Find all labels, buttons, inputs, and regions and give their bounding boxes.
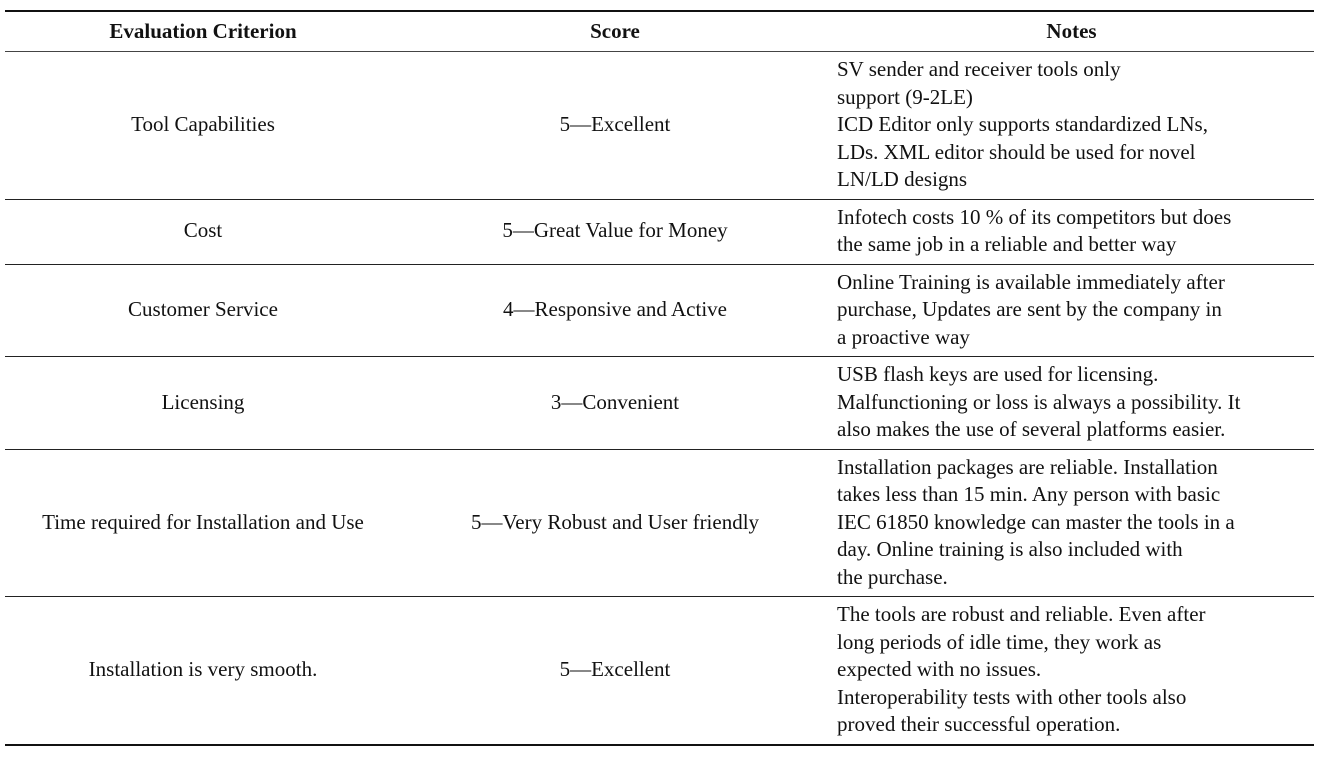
- table-row: Time required for Installation and Use 5…: [5, 449, 1314, 597]
- notes-cell: Online Training is available immediately…: [829, 264, 1314, 357]
- table-row: Licensing 3—Convenient USB flash keys ar…: [5, 357, 1314, 450]
- note-line: Malfunctioning or loss is always a possi…: [837, 389, 1241, 414]
- notes-cell: Installation packages are reliable. Inst…: [829, 449, 1314, 597]
- notes-cell: Infotech costs 10 % of its competitors b…: [829, 199, 1314, 264]
- evaluation-table-container: Evaluation Criterion Score Notes Tool Ca…: [5, 10, 1314, 746]
- note-line: the purchase.: [837, 564, 948, 589]
- criterion-cell: Customer Service: [128, 297, 278, 321]
- note-line: long periods of idle time, they work as: [837, 629, 1162, 654]
- note-line: the same job in a reliable and better wa…: [837, 232, 1177, 256]
- notes-cell: SV sender and receiver tools only suppor…: [829, 52, 1314, 200]
- header-score: Score: [590, 18, 640, 43]
- note-line: takes less than 15 min. Any person with …: [837, 482, 1221, 506]
- header-notes: Notes: [1046, 18, 1097, 43]
- score-cell: 3—Convenient: [550, 389, 680, 414]
- score-cell: 5—Great Value for Money: [502, 218, 728, 243]
- note-line: day. Online training is also included wi…: [837, 537, 1183, 561]
- note-line: support (9-2LE): [837, 84, 973, 109]
- note-line: IEC 61850 knowledge can master the tools…: [837, 509, 1235, 534]
- note-line: USB flash keys are used for licensing.: [837, 362, 1159, 386]
- note-line: ICD Editor only supports standardized LN…: [837, 112, 1208, 136]
- header-criterion: Evaluation Criterion: [109, 18, 297, 43]
- criterion-cell: Installation is very smooth.: [88, 657, 318, 681]
- score-cell: 5—Excellent: [559, 657, 671, 681]
- criterion-cell: Time required for Installation and Use: [42, 509, 364, 534]
- table-row: Customer Service 4—Responsive and Active…: [5, 264, 1314, 357]
- score-cell: 5—Excellent: [559, 112, 671, 136]
- note-line: purchase, Updates are sent by the compan…: [837, 297, 1222, 321]
- evaluation-table: Evaluation Criterion Score Notes Tool Ca…: [5, 10, 1314, 746]
- table-row: Cost 5—Great Value for Money Infotech co…: [5, 199, 1314, 264]
- note-line: LN/LD designs: [837, 167, 968, 191]
- note-line: Infotech costs 10 % of its competitors b…: [837, 204, 1232, 229]
- note-line: Interoperability tests with other tools …: [837, 684, 1187, 709]
- note-line: The tools are robust and reliable. Even …: [837, 602, 1206, 626]
- score-cell: 4—Responsive and Active: [503, 297, 727, 321]
- criterion-cell: Licensing: [161, 389, 245, 414]
- note-line: SV sender and receiver tools only: [837, 57, 1121, 81]
- note-line: Online Training is available immediately…: [837, 269, 1225, 294]
- header-row: Evaluation Criterion Score Notes: [5, 11, 1314, 52]
- table-row: Installation is very smooth. 5—Excellent…: [5, 597, 1314, 745]
- note-line: a proactive way: [837, 324, 970, 349]
- notes-cell: USB flash keys are used for licensing. M…: [829, 357, 1314, 450]
- note-line: Installation packages are reliable. Inst…: [837, 454, 1218, 479]
- criterion-cell: Cost: [183, 218, 223, 243]
- note-line: LDs. XML editor should be used for novel: [837, 139, 1196, 164]
- notes-cell: The tools are robust and reliable. Even …: [829, 597, 1314, 745]
- table-row: Tool Capabilities 5—Excellent SV sender …: [5, 52, 1314, 200]
- note-line: proved their successful operation.: [837, 712, 1121, 736]
- note-line: expected with no issues.: [837, 657, 1042, 681]
- score-cell: 5—Very Robust and User friendly: [470, 509, 760, 534]
- criterion-cell: Tool Capabilities: [131, 112, 275, 136]
- note-line: also makes the use of several platforms …: [837, 417, 1226, 441]
